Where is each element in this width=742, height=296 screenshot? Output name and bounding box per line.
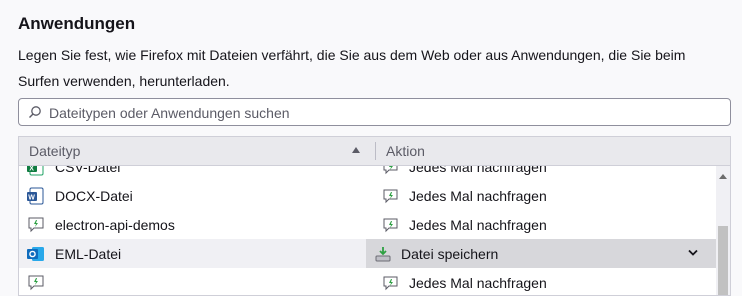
outlook-icon <box>27 245 45 263</box>
action-label: Jedes Mal nachfragen <box>409 216 547 233</box>
action-dropdown[interactable]: Datei speichern <box>366 239 716 268</box>
section-title: Anwendungen <box>18 14 136 33</box>
table-row[interactable]: Jedes Mal nachfragen <box>19 268 716 295</box>
word-icon: W <box>27 187 45 205</box>
table-row[interactable]: EML-Datei Datei speichern <box>19 239 716 268</box>
table-row[interactable]: electron-api-demos Jedes Mal nachfragen <box>19 210 716 239</box>
column-separator[interactable] <box>375 142 376 160</box>
excel-icon: X <box>27 166 45 176</box>
action-label: Jedes Mal nachfragen <box>409 166 547 175</box>
ask-icon <box>383 188 399 204</box>
file-type-label: CSV-Datei <box>55 166 121 175</box>
chevron-down-icon <box>688 249 698 256</box>
table-row[interactable]: X CSV-Datei Jedes Mal nachfragen <box>19 166 716 181</box>
svg-text:W: W <box>28 194 35 201</box>
table-header: Dateityp Aktion <box>19 137 730 166</box>
file-type-label: EML-Datei <box>55 245 122 262</box>
svg-text:X: X <box>29 166 34 172</box>
ask-icon <box>383 166 399 175</box>
column-header-action[interactable]: Aktion <box>386 143 425 159</box>
search-icon <box>29 106 41 118</box>
sort-ascending-icon <box>352 147 360 153</box>
table-body: X CSV-Datei Jedes Mal nachfragen W DOCX-… <box>19 166 716 295</box>
search-box[interactable] <box>18 98 731 126</box>
file-type-label: DOCX-Datei <box>55 187 133 204</box>
scrollbar-thumb[interactable] <box>718 226 728 295</box>
ask-icon <box>383 217 399 233</box>
column-header-type[interactable]: Dateityp <box>29 143 80 159</box>
action-label: Datei speichern <box>401 245 499 262</box>
table-row[interactable]: W DOCX-Datei Jedes Mal nachfragen <box>19 181 716 210</box>
file-types-table: Dateityp Aktion X CSV-Datei Jedes Mal na… <box>18 136 731 296</box>
section-description: Legen Sie fest, wie Firefox mit Dateien … <box>18 47 686 89</box>
action-label: Jedes Mal nachfragen <box>409 187 547 204</box>
scroll-up-icon[interactable] <box>719 174 727 179</box>
vertical-scrollbar[interactable] <box>716 166 730 295</box>
generic-file-icon <box>27 216 45 234</box>
search-input[interactable] <box>47 102 721 124</box>
file-type-label: electron-api-demos <box>55 216 175 233</box>
save-file-icon <box>375 246 391 262</box>
